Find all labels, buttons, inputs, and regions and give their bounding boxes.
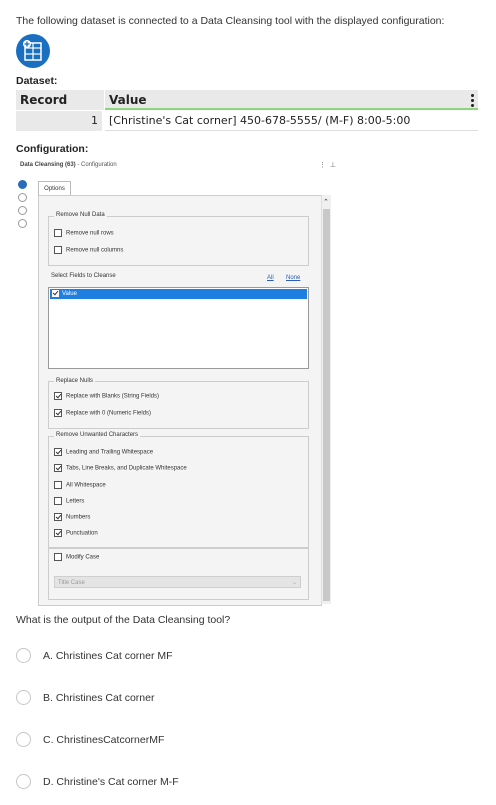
radio-button[interactable] [16, 774, 31, 789]
help-icon[interactable] [18, 219, 27, 228]
dataset-table: Record Value 1 [Christine's Cat corner] … [16, 90, 478, 132]
dataset-label: Dataset: [16, 75, 58, 87]
record-number: 1 [16, 111, 102, 131]
remove-null-data-group [48, 216, 309, 266]
field-list[interactable]: Value [48, 287, 309, 369]
select-all-link[interactable]: All [267, 275, 274, 281]
database-icon [16, 34, 50, 68]
modify-case-checkbox[interactable]: Modify Case [54, 553, 99, 563]
column-header-value[interactable]: Value [105, 90, 478, 110]
configuration-tab-icon[interactable] [18, 180, 27, 189]
punctuation-checkbox[interactable]: Punctuation [54, 529, 98, 539]
record-value: [Christine's Cat corner] 450-678-5555/ (… [105, 111, 478, 131]
replace-nulls-group [48, 381, 309, 429]
tab-options[interactable]: Options [38, 181, 71, 196]
case-select[interactable]: Title Case ⌄ [54, 576, 301, 588]
all-whitespace-checkbox[interactable]: All Whitespace [54, 481, 106, 491]
replace-blanks-checkbox[interactable]: Replace with Blanks (String Fields) [54, 392, 159, 402]
replace-zero-checkbox[interactable]: Replace with 0 (Numeric Fields) [54, 409, 151, 419]
window-menu-icon[interactable]: ⋮ [319, 162, 326, 169]
remove-null-data-label: Remove Null Data [54, 212, 107, 218]
config-tool-name: Data Cleansing (63) [20, 162, 76, 168]
radio-button[interactable] [16, 732, 31, 747]
config-title-suffix: - Configuration [77, 162, 117, 168]
numbers-checkbox[interactable]: Numbers [54, 513, 90, 523]
select-fields-label: Select Fields to Cleanse [49, 273, 118, 279]
radio-button[interactable] [16, 648, 31, 663]
letters-checkbox[interactable]: Letters [54, 497, 84, 507]
options-panel: Remove Null Data Remove null rows Remove… [38, 195, 322, 606]
config-window-title: Data Cleansing (63) - Configuration [20, 162, 117, 168]
config-side-toolbar [18, 180, 30, 232]
remove-null-rows-checkbox[interactable]: Remove null rows [54, 229, 114, 239]
scroll-thumb[interactable] [323, 209, 330, 601]
properties-icon[interactable] [18, 193, 27, 202]
column-header-record[interactable]: Record [16, 90, 104, 110]
window-controls: ⋮ ⊥ [319, 161, 336, 169]
chevron-down-icon: ⌄ [291, 580, 297, 586]
tag-icon[interactable] [18, 206, 27, 215]
tabs-linebreaks-checkbox[interactable]: Tabs, Line Breaks, and Duplicate Whitesp… [54, 464, 187, 474]
more-options-icon[interactable] [471, 94, 474, 109]
field-item-value[interactable]: Value [50, 289, 307, 299]
question-text: What is the output of the Data Cleansing… [16, 614, 231, 626]
column-quality-bar [105, 108, 478, 110]
leading-trailing-checkbox[interactable]: Leading and Trailing Whitespace [54, 448, 153, 458]
configuration-label: Configuration: [16, 143, 89, 155]
scroll-up-icon[interactable]: ⌃ [323, 198, 329, 206]
column-header-value-label: Value [109, 93, 147, 107]
configuration-window: Data Cleansing (63) - Configuration ⋮ ⊥ … [16, 158, 342, 606]
replace-nulls-label: Replace Nulls [54, 378, 96, 384]
pin-icon[interactable]: ⊥ [330, 162, 336, 169]
radio-button[interactable] [16, 690, 31, 705]
select-none-link[interactable]: None [286, 275, 300, 281]
options-scrollbar[interactable]: ⌃ [321, 195, 331, 604]
remove-null-columns-checkbox[interactable]: Remove null columns [54, 246, 123, 256]
question-intro: The following dataset is connected to a … [16, 15, 445, 27]
remove-unwanted-label: Remove Unwanted Characters [54, 432, 141, 438]
